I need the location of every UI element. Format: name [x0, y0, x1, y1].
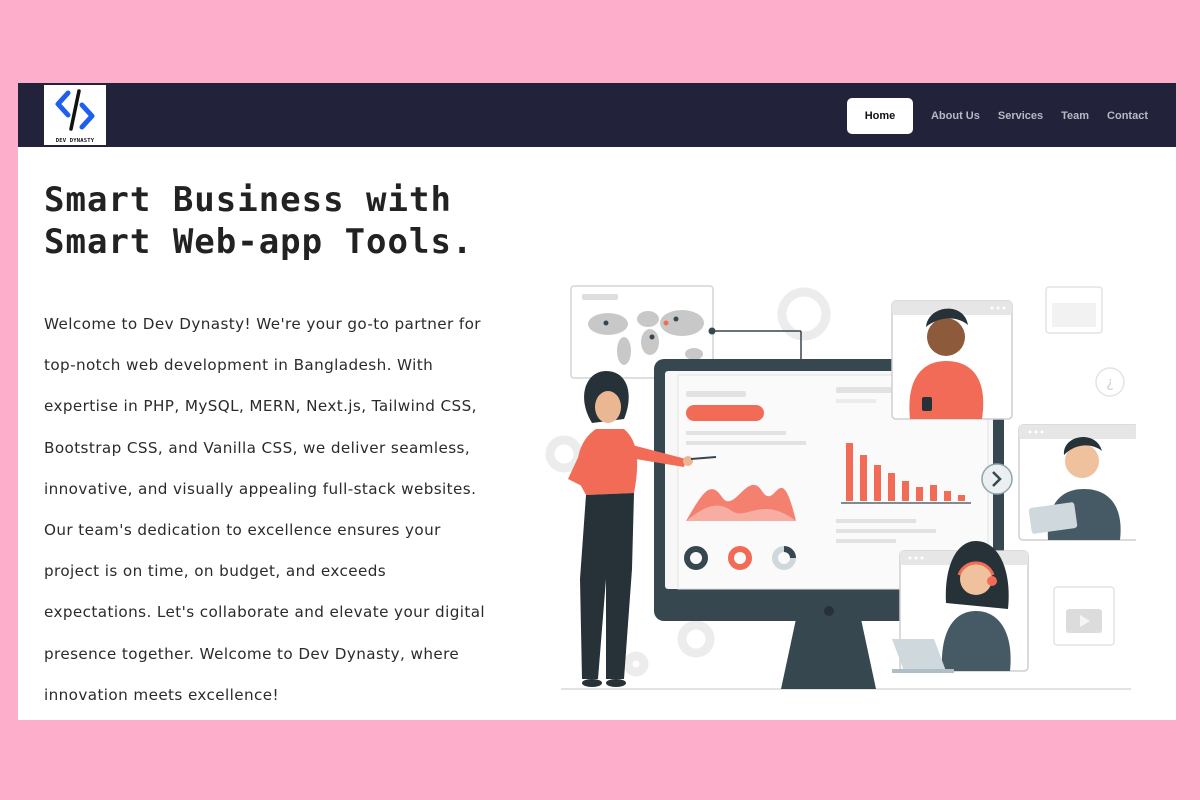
nav-menu: Home About Us Services Team Contact	[846, 98, 1148, 134]
hero-illustration: ¿	[536, 279, 1140, 708]
hero-title-line1: Smart Business with	[44, 180, 452, 220]
logo-text: DEV DYNASTY	[55, 138, 95, 144]
team-presentation-illustration: ¿	[545, 285, 1140, 690]
nav-services[interactable]: Services	[998, 110, 1043, 122]
brand-logo[interactable]: DEV DYNASTY	[44, 85, 106, 145]
hero-title-line2: Smart Web-app Tools.	[44, 222, 474, 262]
svg-text:¿: ¿	[1106, 375, 1113, 391]
code-brackets-icon	[55, 89, 95, 131]
nav-contact[interactable]: Contact	[1107, 110, 1148, 122]
browser-viewport: DEV DYNASTY Home About Us Services Team …	[18, 83, 1176, 720]
nav-team[interactable]: Team	[1061, 110, 1089, 122]
nav-about-us[interactable]: About Us	[931, 110, 980, 122]
nav-home[interactable]: Home	[846, 98, 913, 134]
hero-title: Smart Business with Smart Web-app Tools.	[44, 179, 514, 263]
navbar: DEV DYNASTY Home About Us Services Team …	[18, 83, 1176, 147]
hero-description: Welcome to Dev Dynasty! We're your go-to…	[44, 315, 486, 704]
